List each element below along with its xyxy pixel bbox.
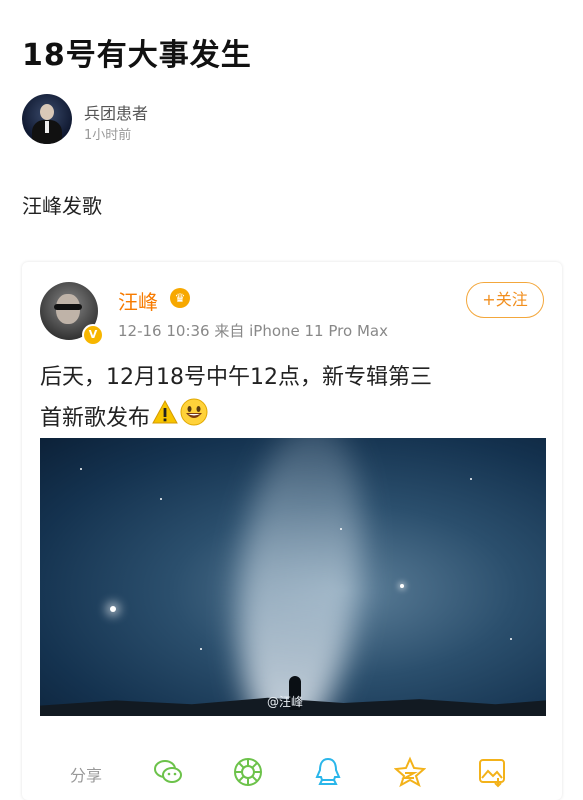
smile-emoji-icon: [180, 398, 208, 440]
weibo-content-line-2: 首新歌发布: [40, 398, 540, 440]
avatar[interactable]: [22, 94, 72, 144]
warning-icon: [152, 399, 178, 439]
share-bar: 分享: [22, 752, 562, 796]
weibo-content: 后天，12月18号中午12点，新专辑第三 首新歌发布: [40, 358, 540, 440]
weibo-user-name[interactable]: 汪峰: [118, 286, 158, 315]
verified-badge-icon: V: [82, 324, 104, 346]
weibo-content-line-2-text: 首新歌发布: [40, 406, 151, 431]
save-image-icon[interactable]: [476, 756, 508, 788]
weibo-content-line-1: 后天，12月18号中午12点，新专辑第三: [40, 365, 432, 390]
weibo-photo[interactable]: @汪峰: [40, 438, 546, 716]
wechat-icon[interactable]: [152, 756, 184, 788]
share-label: 分享: [70, 766, 103, 785]
qq-icon[interactable]: [312, 756, 344, 788]
crown-icon: ♛: [170, 288, 190, 308]
page-title: 18号有大事发生: [22, 38, 252, 73]
post-body-text: 汪峰发歌: [22, 194, 102, 218]
post-time: 1小时前: [84, 128, 132, 143]
weibo-meta: 12-16 10:36 来自 iPhone 11 Pro Max: [118, 322, 388, 340]
photo-watermark: @汪峰: [267, 695, 304, 709]
author-name[interactable]: 兵团患者: [84, 100, 148, 124]
moments-icon[interactable]: [232, 756, 264, 788]
embedded-weibo-card: V 汪峰 ♛ 12-16 10:36 来自 iPhone 11 Pro Max …: [22, 262, 562, 800]
follow-button[interactable]: +关注: [466, 282, 544, 318]
qzone-icon[interactable]: [393, 756, 427, 788]
